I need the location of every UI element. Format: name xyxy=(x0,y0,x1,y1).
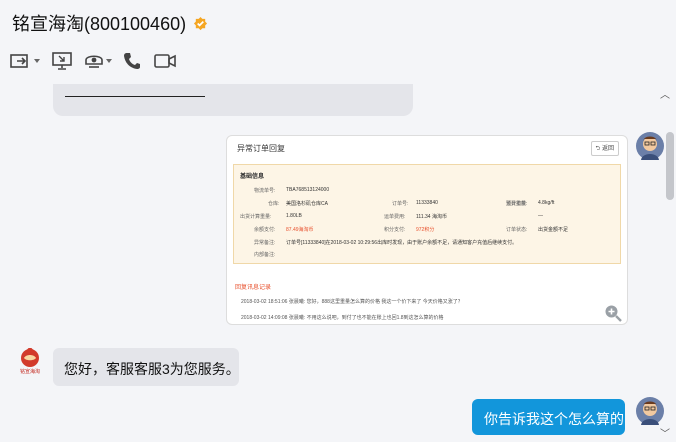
phone-icon xyxy=(124,53,140,69)
service-button[interactable] xyxy=(84,50,112,72)
info-box: 基础信息 物流单号: TBA768513124000 仓库: 美国洛杉矶仓库CA… xyxy=(233,164,621,264)
row-label: 运单费用: xyxy=(384,214,406,220)
agent-message-text: 您好，客服客服3为您服务。 xyxy=(64,361,240,377)
contact-name: 铭宣海淘(800100460) xyxy=(12,14,187,34)
back-button: ⮌ 返回 xyxy=(590,141,619,156)
user-message-bubble: 你告诉我这个怎么算的 xyxy=(472,399,625,435)
row-label: 预计重量: xyxy=(506,201,528,207)
row-value: 11333840 xyxy=(416,200,438,206)
video-button[interactable] xyxy=(154,50,176,72)
row-label: 内部备注: xyxy=(254,252,276,258)
chat-header: 铭宣海淘(800100460) xyxy=(0,0,676,84)
row-label: 订单状态: xyxy=(506,227,528,233)
transfer-button[interactable] xyxy=(10,50,40,72)
agent-logo-text: 铭宣海淘 xyxy=(19,369,40,375)
verified-badge-icon xyxy=(193,15,208,36)
service-icon xyxy=(85,55,103,68)
screen-share-button[interactable] xyxy=(52,50,72,72)
row-label: 余额支付: xyxy=(254,227,276,233)
log-line: 2018-03-02 14:09:08 张晨曦: 不用这么说吧，到付了也不能在账… xyxy=(241,315,444,321)
agent-logo: 铭宣海淘 xyxy=(16,346,44,376)
scroll-down-arrow-icon[interactable]: ﹀ xyxy=(660,425,670,440)
scrollbar-thumb[interactable] xyxy=(666,132,674,200)
user-avatar[interactable] xyxy=(636,397,664,425)
video-icon xyxy=(154,54,176,68)
log-title: 回复讯息记录 xyxy=(235,285,272,291)
zoom-in-icon[interactable] xyxy=(604,304,622,327)
screen-share-icon xyxy=(52,52,72,70)
row-value: 4.8kg/ft xyxy=(538,200,555,206)
row-value: 美国洛杉矶仓库CA xyxy=(286,201,328,207)
chat-title: 铭宣海淘(800100460) xyxy=(12,10,208,36)
row-label: 异常备注: xyxy=(254,240,276,246)
row-value: 出货金额不足 xyxy=(538,227,569,233)
row-value: TBA768513124000 xyxy=(286,187,330,193)
log-line: 2018-03-02 18:51:06 张晨曦: 您好，888这里重量怎么算的价… xyxy=(241,299,463,305)
chevron-down-icon xyxy=(106,59,112,63)
info-title: 基础信息 xyxy=(240,174,265,180)
row-value: 87.49海淘币 xyxy=(286,227,314,233)
card-title: 异常订单回复 xyxy=(237,144,285,153)
row-value: 订单号[11333840]在2018-03-02 10:29:56出库时发现，由… xyxy=(286,240,518,246)
scroll-up-arrow-icon[interactable]: ︿ xyxy=(660,86,670,101)
row-value: — xyxy=(538,213,543,219)
row-label: 订单号: xyxy=(392,201,409,207)
row-label: 积分支付: xyxy=(384,227,406,233)
row-label: 出货计算重量: xyxy=(240,214,272,220)
screenshot-message[interactable]: 异常订单回复 ⮌ 返回 基础信息 物流单号: TBA768513124000 仓… xyxy=(226,135,628,325)
row-label: 物流单号: xyxy=(254,188,276,194)
row-label: 仓库: xyxy=(268,201,280,207)
agent-message-bubble: 您好，客服客服3为您服务。 xyxy=(53,348,240,386)
row-value: 111.34 海淘币 xyxy=(416,214,447,220)
chevron-down-icon xyxy=(34,59,40,63)
phone-button[interactable] xyxy=(123,50,141,72)
row-value: 1.80LB xyxy=(286,213,302,219)
previous-message-bubble xyxy=(53,84,413,116)
user-message-text: 你告诉我这个怎么算的 xyxy=(484,411,624,427)
message-underline xyxy=(65,96,205,97)
row-value: 972积分 xyxy=(416,227,435,233)
user-avatar[interactable] xyxy=(636,132,664,160)
transfer-icon xyxy=(10,54,28,68)
